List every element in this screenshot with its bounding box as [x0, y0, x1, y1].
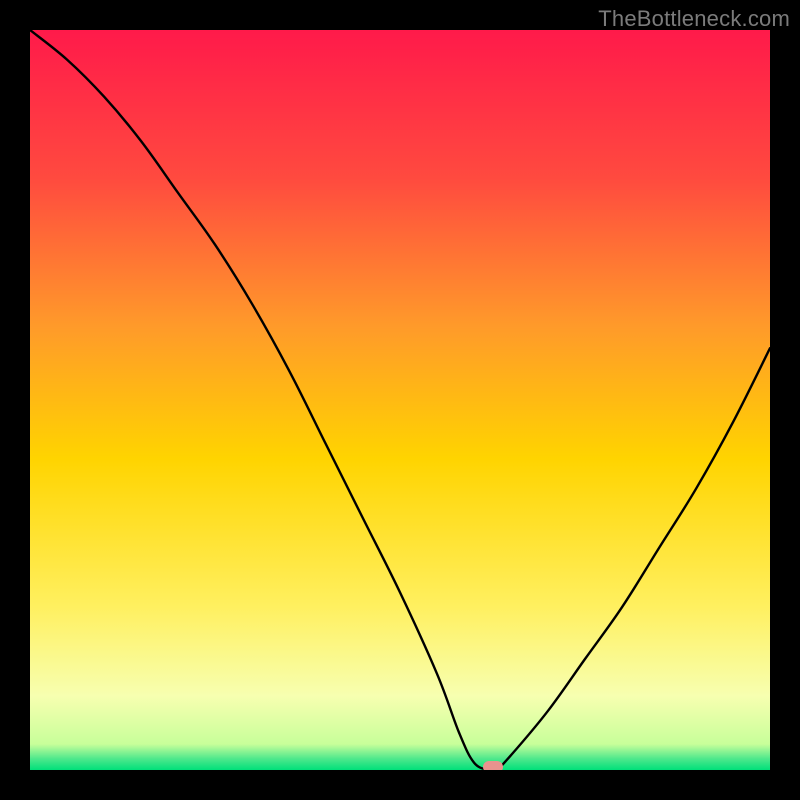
plot-area [30, 30, 770, 770]
gradient-background [30, 30, 770, 770]
chart-frame: TheBottleneck.com [0, 0, 800, 800]
watermark-text: TheBottleneck.com [598, 6, 790, 32]
optimal-point-marker [483, 761, 503, 770]
